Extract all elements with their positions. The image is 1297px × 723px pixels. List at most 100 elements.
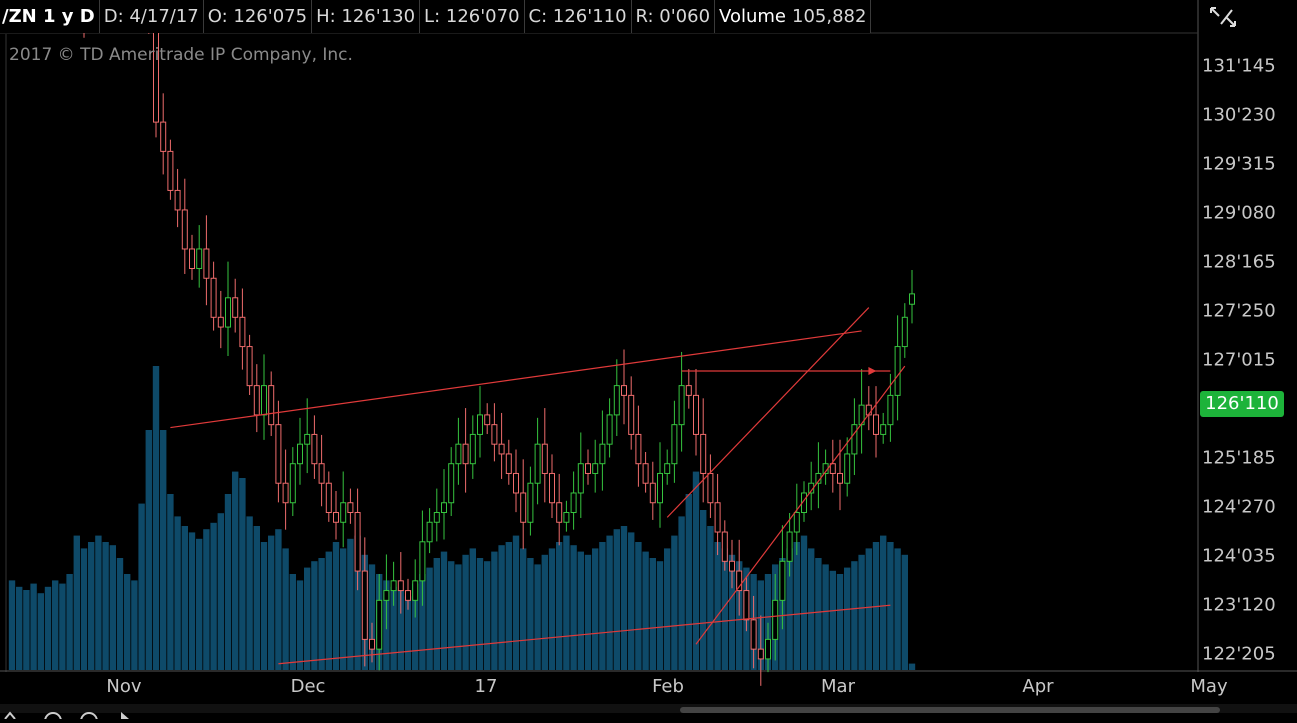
volume-bar	[239, 478, 246, 670]
candle-body	[743, 590, 750, 621]
volume-bar	[196, 538, 203, 670]
price-tick-label: 129'080	[1202, 202, 1276, 224]
candle-body	[426, 521, 433, 543]
candle-body	[657, 472, 663, 504]
volume-bar	[462, 554, 469, 670]
candle-body	[333, 512, 339, 523]
volume-bar	[642, 551, 649, 670]
volume-bar	[296, 580, 304, 670]
price-tick-label: 122'205	[1202, 643, 1276, 665]
candle-body	[772, 599, 779, 640]
volume-bar	[570, 545, 577, 670]
candle-body	[167, 150, 174, 191]
candle-body	[253, 385, 260, 416]
candle-body	[383, 590, 390, 601]
play-forward-icon[interactable]	[116, 704, 134, 719]
date-tick-label: Apr	[1022, 676, 1054, 697]
price-tick-label: 125'185	[1202, 447, 1276, 469]
volume-bar	[102, 542, 109, 670]
candle-body	[239, 316, 246, 348]
candle-body	[397, 580, 404, 592]
candle-body	[765, 638, 771, 660]
candle-body	[628, 394, 635, 435]
scroll-left-icon[interactable]	[2, 704, 20, 720]
volume-bar	[498, 545, 505, 670]
volume-bar	[23, 590, 30, 670]
volume-bar	[556, 542, 563, 670]
volume-bar	[664, 548, 671, 670]
candle-body	[469, 433, 476, 465]
volume-bar	[268, 535, 275, 670]
candle-body	[325, 482, 332, 514]
range-readout: R: 0'060	[632, 0, 716, 33]
volume-bar	[512, 535, 520, 670]
candle-body	[210, 277, 217, 318]
candle-body	[556, 502, 563, 523]
volume-bar	[138, 503, 145, 670]
candle-body	[196, 248, 203, 270]
date-axis[interactable]: Nov Dec 17 Feb Mar Apr May	[0, 672, 1297, 706]
zoom-out-icon[interactable]	[44, 704, 62, 723]
candle-body	[304, 433, 311, 445]
volume-readout: 105,882	[788, 0, 872, 33]
volume-bar	[901, 554, 908, 670]
volume-bar	[851, 561, 858, 670]
volume-bar	[700, 510, 707, 670]
volume-bar	[160, 430, 167, 670]
candle-body	[462, 443, 469, 465]
volume-bar	[836, 574, 844, 670]
volume-bar	[707, 526, 714, 670]
volume-bar	[563, 535, 570, 670]
candle-body	[520, 492, 527, 523]
candle-body	[721, 531, 728, 562]
chart-plot[interactable]	[0, 0, 1297, 713]
volume-bar	[232, 471, 239, 670]
candle-body	[477, 414, 483, 435]
candle-body	[246, 346, 253, 387]
price-tick-label: 128'165	[1202, 251, 1276, 273]
volume-bar	[131, 580, 138, 670]
candle-body	[340, 502, 347, 523]
candle-body	[757, 648, 764, 660]
candle-body	[505, 453, 512, 474]
volume-bar	[304, 567, 311, 670]
scrollbar-thumb[interactable]	[680, 707, 1220, 713]
volume-bar	[66, 574, 73, 670]
volume-bar	[865, 548, 872, 670]
candle-body	[909, 293, 915, 305]
volume-bar	[325, 551, 332, 670]
candle-body	[707, 472, 714, 504]
candle-body	[750, 619, 757, 650]
candle-body	[405, 590, 411, 601]
price-tick-label: 124'035	[1202, 545, 1276, 567]
volume-bar	[44, 586, 52, 670]
zoom-in-icon[interactable]	[80, 704, 98, 723]
volume-bar	[584, 554, 592, 670]
info-bar: /ZN 1 y D D: 4/17/17 O: 126'075 H: 126'1…	[0, 0, 872, 33]
candle-body	[844, 453, 851, 484]
price-axis[interactable]: 131'145 130'230 129'315 129'080 128'165 127'2…	[1198, 34, 1297, 672]
date-readout: D: 4/17/17	[100, 0, 204, 33]
symbol-label[interactable]: /ZN 1 y D	[0, 0, 100, 33]
candle-body	[419, 541, 426, 582]
candle-body	[203, 248, 210, 279]
candle-body	[649, 482, 656, 504]
candle-body	[635, 433, 642, 465]
candle-body	[217, 316, 224, 328]
volume-bar	[80, 548, 88, 670]
volume-bar	[440, 551, 448, 670]
volume-bar	[613, 529, 620, 670]
volume-bar	[671, 535, 678, 670]
volume-bar	[527, 558, 534, 670]
candle-body	[549, 472, 555, 504]
candle-body	[376, 599, 383, 650]
candle-body	[851, 424, 858, 455]
candle-body	[448, 463, 455, 504]
volume-bar	[167, 494, 174, 670]
candle-body	[232, 297, 239, 318]
volume-bar	[577, 551, 584, 670]
collapse-arrows-icon[interactable]	[1208, 4, 1238, 30]
volume-bar	[282, 548, 289, 670]
volume-bar	[491, 551, 498, 670]
candle-body	[664, 463, 671, 474]
